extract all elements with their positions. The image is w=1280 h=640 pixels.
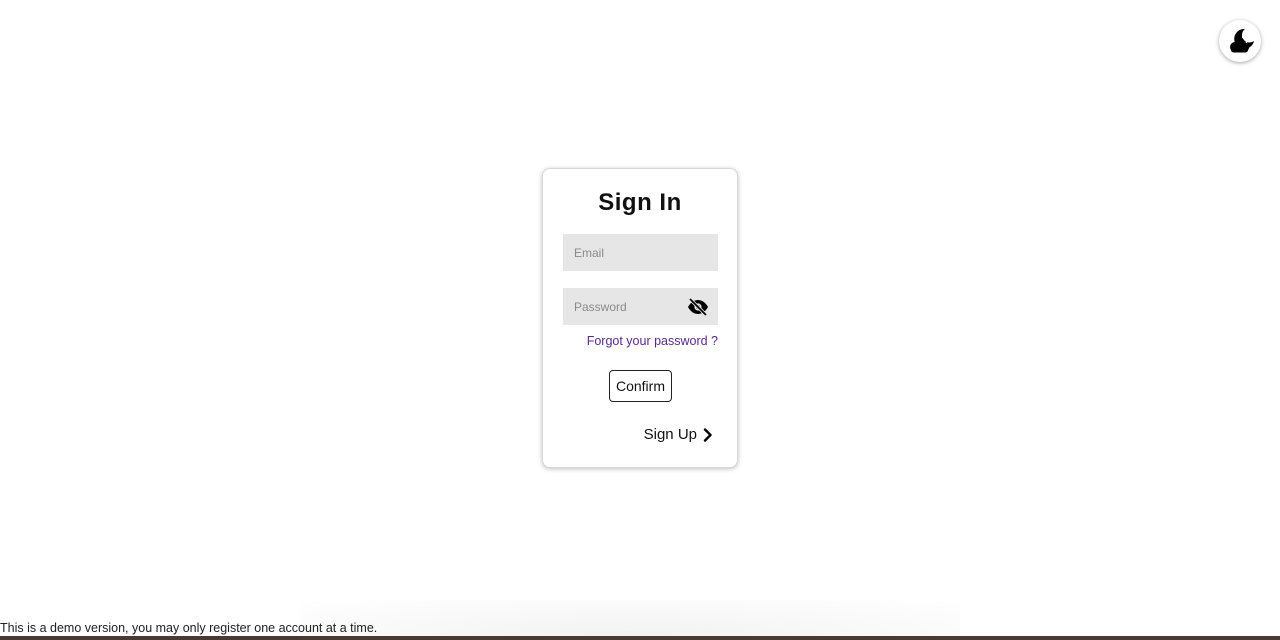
signup-link[interactable]: Sign Up [644, 426, 713, 443]
demo-notice: This is a demo version, you may only reg… [0, 621, 378, 635]
confirm-button[interactable]: Confirm [609, 370, 672, 402]
theme-toggle-button[interactable] [1219, 20, 1261, 62]
footer-bar [0, 636, 1280, 640]
moon-cloud-icon [1230, 28, 1254, 53]
email-field-wrapper [563, 234, 718, 271]
page: Sign In Forgot your password ? Confirm S… [0, 0, 1280, 640]
signup-label: Sign Up [643, 426, 697, 443]
forgot-password-link[interactable]: Forgot your password ? [587, 334, 718, 348]
signin-card: Sign In Forgot your password ? Confirm S… [542, 168, 738, 468]
footer-shadow [300, 600, 960, 636]
password-visibility-toggle[interactable] [687, 297, 709, 317]
eye-off-icon [688, 298, 708, 316]
password-field-wrapper [563, 288, 718, 325]
signin-title: Sign In [598, 189, 682, 216]
email-field[interactable] [563, 234, 718, 271]
chevron-right-icon [703, 427, 712, 442]
